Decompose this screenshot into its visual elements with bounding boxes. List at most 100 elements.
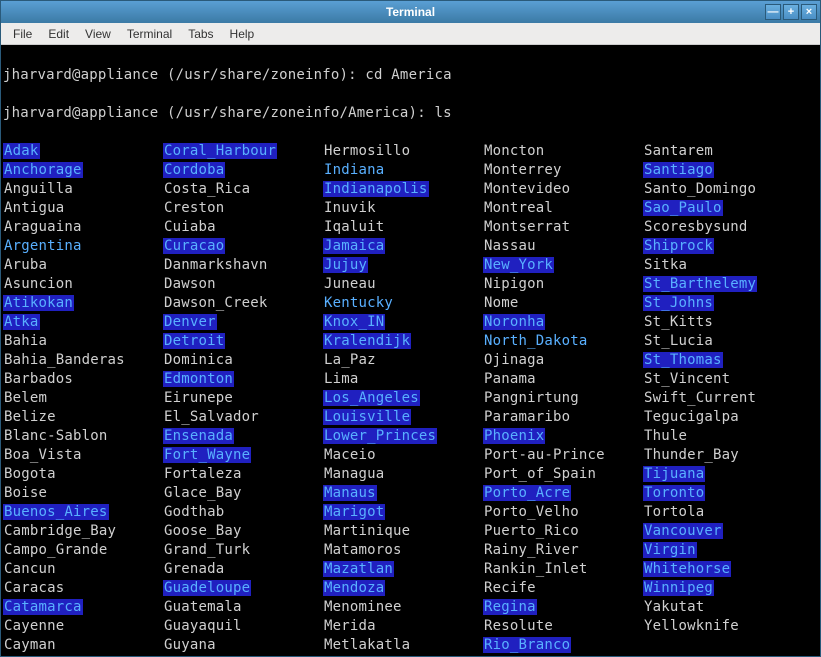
- file-entry: Cuiaba: [163, 219, 217, 235]
- file-entry: Managua: [323, 466, 385, 482]
- file-entry: Montserrat: [483, 219, 571, 235]
- window-title: Terminal: [61, 5, 760, 19]
- ls-output: AdakAnchorageAnguillaAntiguaAraguainaArg…: [3, 142, 818, 656]
- file-entry: Bogota: [3, 466, 57, 482]
- file-entry: Scoresbysund: [643, 219, 749, 235]
- terminal-window: Terminal — + × File Edit View Terminal T…: [0, 0, 821, 657]
- file-entry: Rio_Branco: [483, 637, 571, 653]
- file-entry: Atikokan: [3, 295, 74, 311]
- file-entry: Lower_Princes: [323, 428, 437, 444]
- close-button[interactable]: ×: [801, 4, 817, 20]
- file-entry: Cayman: [3, 637, 57, 653]
- command-text: cd America: [365, 67, 451, 83]
- file-entry: Matamoros: [323, 542, 403, 558]
- file-entry: Monterrey: [483, 162, 563, 178]
- file-entry: Yakutat: [643, 599, 705, 615]
- menu-edit[interactable]: Edit: [40, 23, 77, 44]
- command-text: ls: [434, 105, 451, 121]
- file-entry: Rankin_Inlet: [483, 561, 589, 577]
- file-entry: Coral_Harbour: [163, 143, 277, 159]
- file-entry: Guayaquil: [163, 618, 243, 634]
- file-entry: Porto_Velho: [483, 504, 580, 520]
- maximize-button[interactable]: +: [783, 4, 799, 20]
- file-entry: Sao_Paulo: [643, 200, 723, 216]
- file-entry: Creston: [163, 200, 225, 216]
- listing-column: SantaremSantiagoSanto_DomingoSao_PauloSc…: [643, 142, 803, 656]
- file-entry: Goose_Bay: [163, 523, 243, 539]
- menu-file[interactable]: File: [5, 23, 40, 44]
- file-entry: Rainy_River: [483, 542, 580, 558]
- file-entry: Kentucky: [323, 295, 394, 311]
- file-entry: Noronha: [483, 314, 545, 330]
- file-entry: Fort_Wayne: [163, 447, 251, 463]
- file-entry: Ensenada: [163, 428, 234, 444]
- file-entry: Detroit: [163, 333, 225, 349]
- file-entry: Hermosillo: [323, 143, 411, 159]
- file-entry: Montevideo: [483, 181, 571, 197]
- file-entry: Inuvik: [323, 200, 377, 216]
- file-entry: Port-au-Prince: [483, 447, 606, 463]
- file-entry: Buenos_Aires: [3, 504, 109, 520]
- file-entry: Santarem: [643, 143, 714, 159]
- menu-terminal[interactable]: Terminal: [119, 23, 180, 44]
- menu-view[interactable]: View: [77, 23, 119, 44]
- file-entry: St_Vincent: [643, 371, 731, 387]
- menu-help[interactable]: Help: [222, 23, 263, 44]
- prompt-user: jharvard@appliance: [3, 67, 158, 83]
- file-entry: Ojinaga: [483, 352, 545, 368]
- file-entry: Cayenne: [3, 618, 65, 634]
- file-entry: Argentina: [3, 238, 83, 254]
- file-entry: Campo_Grande: [3, 542, 109, 558]
- file-entry: Danmarkshavn: [163, 257, 269, 273]
- file-entry: Catamarca: [3, 599, 83, 615]
- file-entry: Anguilla: [3, 181, 74, 197]
- prompt-path: (/usr/share/zoneinfo):: [158, 67, 365, 83]
- listing-column: AdakAnchorageAnguillaAntiguaAraguainaArg…: [3, 142, 163, 656]
- file-entry: Guatemala: [163, 599, 243, 615]
- file-entry: Eirunepe: [163, 390, 234, 406]
- listing-column: Coral_HarbourCordobaCosta_RicaCrestonCui…: [163, 142, 323, 656]
- file-entry: Tortola: [643, 504, 705, 520]
- file-entry: Vancouver: [643, 523, 723, 539]
- file-entry: Curacao: [163, 238, 225, 254]
- file-entry: St_Thomas: [643, 352, 723, 368]
- file-entry: Montreal: [483, 200, 554, 216]
- terminal-content[interactable]: jharvard@appliance (/usr/share/zoneinfo)…: [1, 45, 820, 656]
- menu-tabs[interactable]: Tabs: [180, 23, 221, 44]
- file-entry: Asuncion: [3, 276, 74, 292]
- file-entry: Santo_Domingo: [643, 181, 757, 197]
- file-entry: Cambridge_Bay: [3, 523, 117, 539]
- file-entry: Virgin: [643, 542, 697, 558]
- file-entry: Cancun: [3, 561, 57, 577]
- file-entry: Marigot: [323, 504, 385, 520]
- file-entry: Porto_Acre: [483, 485, 571, 501]
- file-entry: Guadeloupe: [163, 580, 251, 596]
- file-entry: Puerto_Rico: [483, 523, 580, 539]
- file-entry: Belem: [3, 390, 48, 406]
- file-entry: Boise: [3, 485, 48, 501]
- file-entry: Toronto: [643, 485, 705, 501]
- file-entry: Whitehorse: [643, 561, 731, 577]
- minimize-button[interactable]: —: [765, 4, 781, 20]
- file-entry: Dominica: [163, 352, 234, 368]
- file-entry: Pangnirtung: [483, 390, 580, 406]
- file-entry: Nassau: [483, 238, 537, 254]
- file-entry: Menominee: [323, 599, 403, 615]
- file-entry: Kralendijk: [323, 333, 411, 349]
- file-entry: Swift_Current: [643, 390, 757, 406]
- file-entry: Antigua: [3, 200, 65, 216]
- file-entry: Port_of_Spain: [483, 466, 597, 482]
- prompt-path: (/usr/share/zoneinfo/America):: [158, 105, 434, 121]
- file-entry: El_Salvador: [163, 409, 260, 425]
- file-entry: Atka: [3, 314, 40, 330]
- file-entry: St_Johns: [643, 295, 714, 311]
- file-entry: Panama: [483, 371, 537, 387]
- file-entry: Mazatlan: [323, 561, 394, 577]
- file-entry: Grenada: [163, 561, 225, 577]
- file-entry: St_Lucia: [643, 333, 714, 349]
- file-entry: Moncton: [483, 143, 545, 159]
- file-entry: Merida: [323, 618, 377, 634]
- file-entry: Araguaina: [3, 219, 83, 235]
- titlebar[interactable]: Terminal — + ×: [1, 1, 820, 23]
- file-entry: Shiprock: [643, 238, 714, 254]
